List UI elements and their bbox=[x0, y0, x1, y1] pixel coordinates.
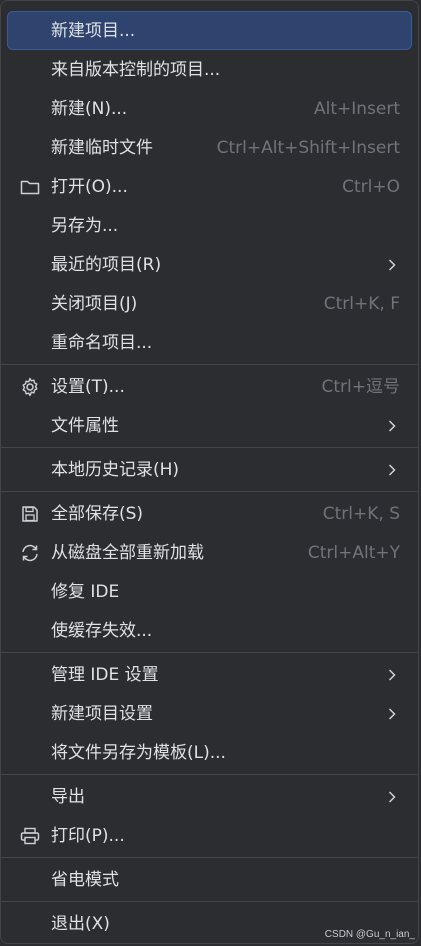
menu-item-open[interactable]: 打开(O)... Ctrl+O bbox=[7, 167, 412, 206]
menu-item-shortcut: Ctrl+Alt+Shift+Insert bbox=[216, 137, 400, 158]
menu-item-label: 省电模式 bbox=[51, 869, 119, 890]
reload-icon bbox=[19, 542, 41, 564]
menu-item-label: 将文件另存为模板(L)... bbox=[51, 742, 226, 763]
separator bbox=[1, 857, 418, 858]
menu-item-label: 另存为... bbox=[51, 215, 119, 236]
menu-item-label: 全部保存(S) bbox=[51, 503, 144, 524]
menu-item-shortcut: Ctrl+逗号 bbox=[321, 376, 401, 397]
menu-item-save-as-template[interactable]: 将文件另存为模板(L)... bbox=[7, 733, 412, 772]
menu-item-label: 从磁盘全部重新加载 bbox=[51, 542, 204, 563]
watermark: CSDN @Gu_n_ian_ bbox=[324, 929, 415, 940]
printer-icon bbox=[19, 825, 41, 847]
menu-item-reload-from-disk[interactable]: 从磁盘全部重新加载 Ctrl+Alt+Y bbox=[7, 533, 412, 572]
menu-item-label: 打开(O)... bbox=[51, 176, 128, 197]
menu-item-export[interactable]: 导出 bbox=[7, 777, 412, 816]
separator bbox=[1, 652, 418, 653]
menu-item-new[interactable]: 新建(N)... Alt+Insert bbox=[7, 89, 412, 128]
menu-item-invalidate-caches[interactable]: 使缓存失效... bbox=[7, 611, 412, 650]
chevron-right-icon bbox=[388, 790, 396, 803]
menu-item-label: 打印(P)... bbox=[51, 825, 125, 846]
menu-item-label: 设置(T)... bbox=[51, 376, 125, 397]
menu-item-new-project[interactable]: 新建项目... bbox=[7, 11, 412, 50]
menu-item-print[interactable]: 打印(P)... bbox=[7, 816, 412, 855]
menu-item-label: 修复 IDE bbox=[51, 581, 120, 602]
menu-item-rename-project[interactable]: 重命名项目... bbox=[7, 323, 412, 362]
menu-item-label: 管理 IDE 设置 bbox=[51, 664, 159, 685]
separator bbox=[1, 901, 418, 902]
menu-item-settings[interactable]: 设置(T)... Ctrl+逗号 bbox=[7, 367, 412, 406]
chevron-right-icon bbox=[388, 707, 396, 720]
folder-icon bbox=[19, 176, 41, 198]
menu-item-shortcut: Ctrl+Alt+Y bbox=[307, 542, 400, 563]
menu-item-power-save-mode[interactable]: 省电模式 bbox=[7, 860, 412, 899]
menu-item-label: 使缓存失效... bbox=[51, 620, 153, 641]
menu-item-recent-projects[interactable]: 最近的项目(R) bbox=[7, 245, 412, 284]
menu-item-repair-ide[interactable]: 修复 IDE bbox=[7, 572, 412, 611]
menu-item-label: 文件属性 bbox=[51, 415, 119, 436]
menu-item-new-scratch-file[interactable]: 新建临时文件 Ctrl+Alt+Shift+Insert bbox=[7, 128, 412, 167]
menu-item-manage-ide-settings[interactable]: 管理 IDE 设置 bbox=[7, 655, 412, 694]
menu-item-project-from-vcs[interactable]: 来自版本控制的项目... bbox=[7, 50, 412, 89]
menu-item-label: 关闭项目(J) bbox=[51, 293, 138, 314]
menu-item-shortcut: Alt+Insert bbox=[313, 98, 400, 119]
separator bbox=[1, 364, 418, 365]
separator bbox=[1, 774, 418, 775]
menu-item-shortcut: Ctrl+K, F bbox=[323, 293, 400, 314]
menu-item-file-properties[interactable]: 文件属性 bbox=[7, 406, 412, 445]
menu-item-label: 最近的项目(R) bbox=[51, 254, 162, 275]
menu-item-shortcut: Ctrl+O bbox=[342, 176, 400, 197]
menu-item-label: 新建项目设置 bbox=[51, 703, 153, 724]
save-icon bbox=[19, 503, 41, 525]
menu-item-label: 来自版本控制的项目... bbox=[51, 59, 221, 80]
menu-item-label: 新建(N)... bbox=[51, 98, 128, 119]
menu-item-shortcut: Ctrl+K, S bbox=[322, 503, 400, 524]
menu-item-label: 退出(X) bbox=[51, 913, 110, 934]
menu-item-new-project-settings[interactable]: 新建项目设置 bbox=[7, 694, 412, 733]
chevron-right-icon bbox=[388, 668, 396, 681]
separator bbox=[1, 447, 418, 448]
chevron-right-icon bbox=[388, 258, 396, 271]
menu-item-label: 新建临时文件 bbox=[51, 137, 153, 158]
menu-item-label: 本地历史记录(H) bbox=[51, 459, 180, 480]
menu-item-label: 导出 bbox=[51, 786, 85, 807]
menu-item-local-history[interactable]: 本地历史记录(H) bbox=[7, 450, 412, 489]
separator bbox=[1, 491, 418, 492]
menu-item-label: 新建项目... bbox=[51, 20, 136, 41]
chevron-right-icon bbox=[388, 463, 396, 476]
menu-item-save-as[interactable]: 另存为... bbox=[7, 206, 412, 245]
menu-item-save-all[interactable]: 全部保存(S) Ctrl+K, S bbox=[7, 494, 412, 533]
menu-item-label: 重命名项目... bbox=[51, 332, 153, 353]
file-menu: 新建项目... 来自版本控制的项目... 新建(N)... Alt+Insert… bbox=[0, 0, 419, 944]
gear-icon bbox=[19, 376, 41, 398]
chevron-right-icon bbox=[388, 419, 396, 432]
menu-item-close-project[interactable]: 关闭项目(J) Ctrl+K, F bbox=[7, 284, 412, 323]
